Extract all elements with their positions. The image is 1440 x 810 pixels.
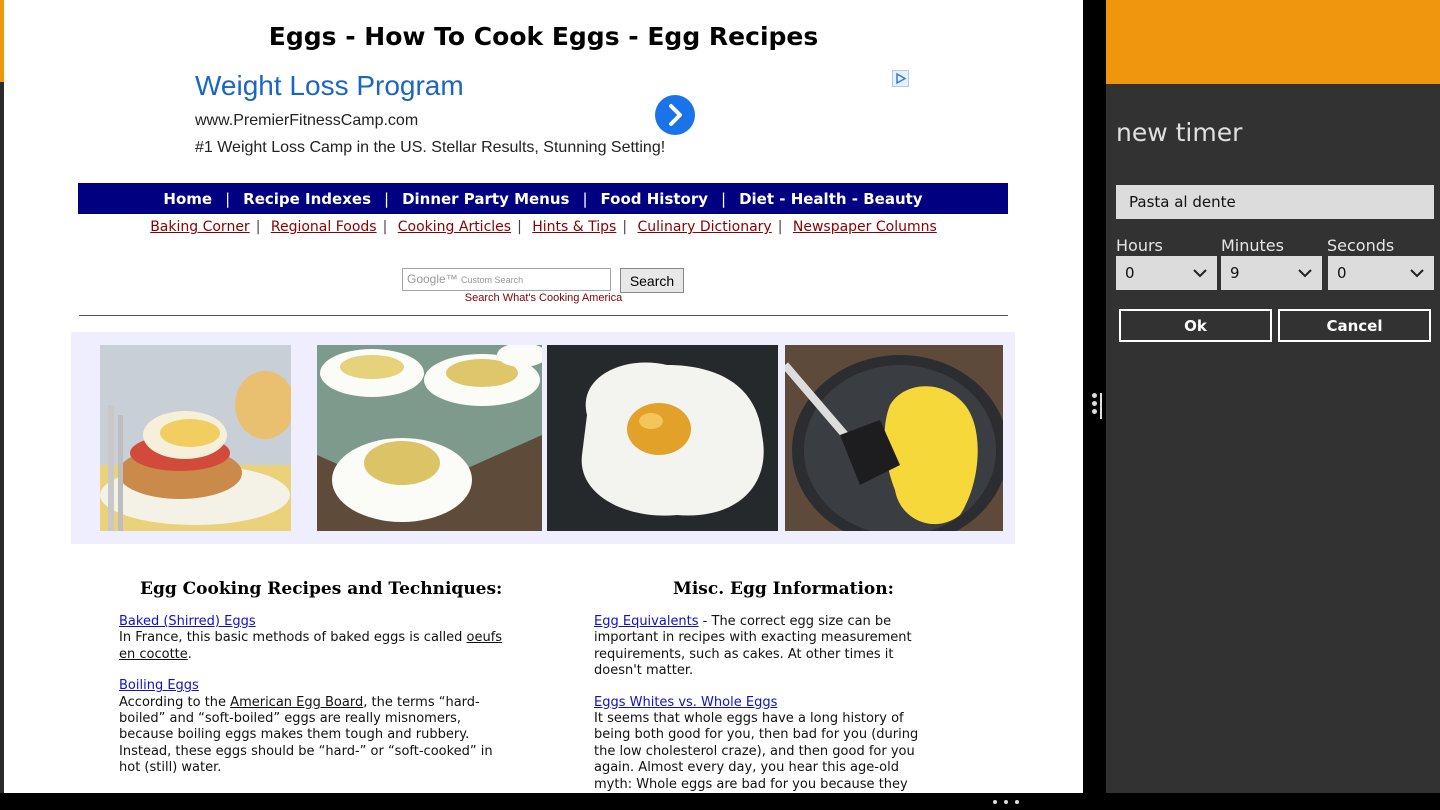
egg-whites-link[interactable]: Eggs Whites vs. Whole Eggs — [594, 695, 777, 710]
panel-header-accent — [1106, 0, 1440, 84]
nav-separator: | — [384, 189, 390, 208]
subnav-regional-foods[interactable]: Regional Foods — [271, 219, 377, 235]
scrambled-eggs-photo — [785, 345, 1003, 531]
more-icon[interactable] — [993, 793, 1019, 810]
chevron-down-icon — [1298, 269, 1312, 278]
chevron-down-icon — [1410, 269, 1424, 278]
subnav-separator: | — [382, 219, 388, 235]
hours-value: 0 — [1125, 264, 1135, 282]
ad-title-link[interactable]: Weight Loss Program — [195, 70, 464, 102]
chevron-right-icon[interactable] — [655, 95, 695, 135]
seconds-select[interactable]: 0 — [1328, 256, 1434, 290]
ad-description: #1 Weight Loss Camp in the US. Stellar R… — [195, 139, 666, 156]
google-brand-text: Google — [407, 272, 446, 286]
subnav-separator: | — [517, 219, 522, 235]
splitter-line — [1100, 393, 1102, 419]
hours-select[interactable]: 0 — [1116, 256, 1217, 290]
main-nav: Home | Recipe Indexes | Dinner Party Men… — [78, 183, 1008, 214]
minutes-value: 9 — [1230, 264, 1240, 282]
seconds-label: Seconds — [1327, 236, 1395, 255]
nav-food-history[interactable]: Food History — [601, 190, 708, 208]
subnav-newspaper-columns[interactable]: Newspaper Columns — [793, 219, 937, 235]
egg-equivalents-link[interactable]: Egg Equivalents — [594, 614, 699, 629]
divider — [79, 315, 1008, 316]
minutes-label: Minutes — [1221, 236, 1284, 255]
ad-url[interactable]: www.PremierFitnessCamp.com — [195, 112, 418, 130]
nav-separator: | — [582, 189, 588, 208]
subnav-cooking-articles[interactable]: Cooking Articles — [398, 219, 511, 235]
item-text: According to the — [119, 694, 231, 710]
boiling-eggs-link[interactable]: Boiling Eggs — [119, 678, 199, 693]
browser-page: Eggs - How To Cook Eggs - Egg Recipes We… — [4, 0, 1083, 793]
list-item: Eggs Whites vs. Whole Eggs It seems that… — [594, 695, 939, 793]
subnav-separator: | — [255, 219, 261, 235]
chevron-down-icon — [1193, 269, 1207, 278]
subnav-separator: | — [622, 219, 628, 235]
left-column-title: Egg Cooking Recipes and Techniques: — [140, 579, 503, 599]
right-column-title: Misc. Egg Information: — [673, 579, 894, 599]
search-caption: Search What's Cooking America — [464, 292, 623, 304]
item-text: In France, this basic methods of baked e… — [119, 630, 467, 646]
subnav-baking-corner[interactable]: Baking Corner — [150, 219, 249, 235]
item-text: . — [187, 646, 192, 662]
nav-home[interactable]: Home — [163, 190, 212, 208]
subnav-culinary-dictionary[interactable]: Culinary Dictionary — [638, 219, 772, 235]
item-text: It seems that whole eggs have a long his… — [594, 711, 919, 792]
adchoices-icon[interactable] — [892, 70, 909, 87]
search-input[interactable]: Google™ Custom Search — [402, 268, 611, 291]
hours-label: Hours — [1116, 236, 1163, 255]
list-item: Boiling Eggs According to the American E… — [119, 678, 514, 776]
timer-name-input[interactable]: Pasta al dente — [1116, 185, 1434, 219]
nav-dinner-party-menus[interactable]: Dinner Party Menus — [402, 190, 569, 208]
list-item: Egg Equivalents - The correct egg size c… — [594, 614, 939, 680]
left-column: Baked (Shirred) Eggs In France, this bas… — [119, 614, 514, 792]
search-button[interactable]: Search — [620, 268, 684, 293]
photo-strip — [71, 332, 1015, 544]
seconds-value: 0 — [1337, 264, 1347, 282]
subnav-separator: | — [777, 219, 783, 235]
american-egg-board-link[interactable]: American Egg Board — [230, 695, 363, 710]
eggs-benedict-photo — [100, 345, 291, 531]
cancel-button[interactable]: Cancel — [1278, 309, 1431, 342]
nav-diet-health-beauty[interactable]: Diet - Health - Beauty — [739, 190, 922, 208]
bottom-app-bar — [0, 793, 1440, 810]
nav-separator: | — [225, 189, 231, 208]
splitter-grip-icon[interactable] — [1091, 390, 1099, 420]
secondary-nav: Baking Corner | Regional Foods | Cooking A… — [4, 219, 1083, 235]
fried-egg-photo — [547, 345, 778, 531]
list-item: Baked (Shirred) Eggs In France, this bas… — [119, 614, 514, 663]
nav-separator: | — [721, 189, 727, 208]
nav-recipe-indexes[interactable]: Recipe Indexes — [243, 190, 371, 208]
right-column: Egg Equivalents - The correct egg size c… — [594, 614, 939, 793]
custom-search-text: Custom Search — [461, 275, 524, 285]
panel-title: new timer — [1116, 118, 1243, 147]
minutes-select[interactable]: 9 — [1221, 256, 1322, 290]
search-placeholder: Google™ Custom Search — [407, 272, 524, 286]
baked-eggs-link[interactable]: Baked (Shirred) Eggs — [119, 614, 256, 629]
subnav-hints-tips[interactable]: Hints & Tips — [532, 219, 616, 235]
deviled-eggs-photo — [317, 345, 542, 531]
ok-button[interactable]: Ok — [1119, 309, 1272, 342]
page-title: Eggs - How To Cook Eggs - Egg Recipes — [268, 22, 819, 51]
